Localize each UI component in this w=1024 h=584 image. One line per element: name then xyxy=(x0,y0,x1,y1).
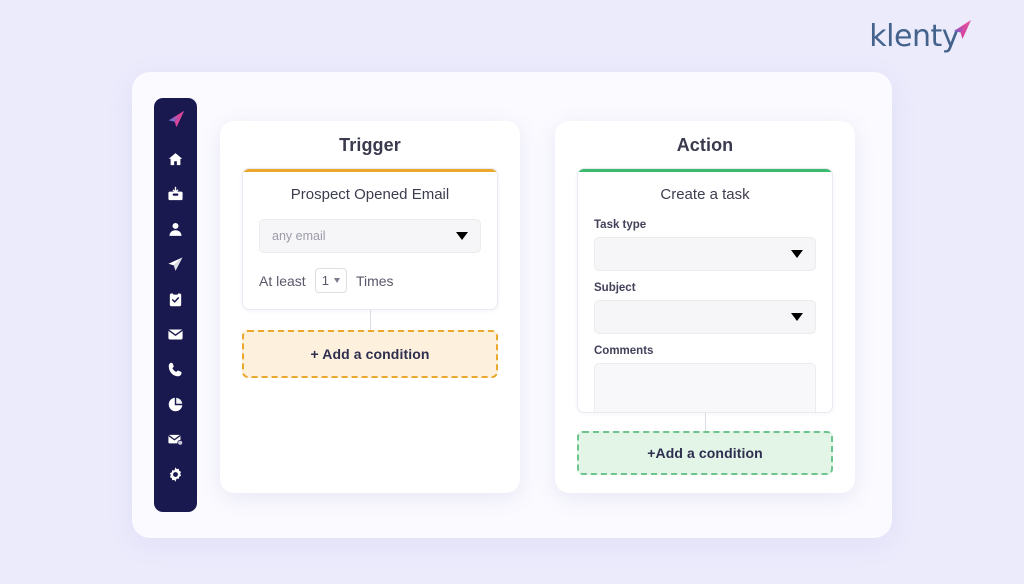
brand-logo: klenty xyxy=(869,19,986,54)
sidebar-item-emails[interactable] xyxy=(160,317,192,352)
trigger-card: Trigger Prospect Opened Email any email … xyxy=(220,121,520,493)
app-panel: Trigger Prospect Opened Email any email … xyxy=(132,72,892,538)
comments-field: Comments xyxy=(594,345,816,412)
comments-textarea[interactable] xyxy=(594,363,816,412)
subject-field: Subject xyxy=(594,282,816,334)
action-node: Create a task Task type Subject Comments xyxy=(577,168,833,413)
sidebar xyxy=(154,98,197,512)
subject-select[interactable] xyxy=(594,300,816,334)
envelope-icon xyxy=(167,326,184,343)
sidebar-item-home[interactable] xyxy=(160,142,192,177)
action-connector-line xyxy=(704,412,706,432)
sidebar-item-notifications[interactable] xyxy=(160,422,192,457)
envelope-badge-icon xyxy=(167,431,184,448)
klenty-paper-plane-logo[interactable] xyxy=(163,106,189,132)
action-node-heading: Create a task xyxy=(660,186,750,203)
trigger-title: Trigger xyxy=(339,135,401,155)
count-value: 1 xyxy=(321,273,329,288)
times-label: Times xyxy=(355,272,394,289)
paper-plane-icon xyxy=(947,18,973,44)
action-add-condition-button[interactable]: +Add a condition xyxy=(577,431,833,475)
sidebar-item-cadences[interactable] xyxy=(160,247,192,282)
trigger-add-condition-button[interactable]: + Add a condition xyxy=(242,330,498,378)
trigger-node-heading: Prospect Opened Email xyxy=(290,186,450,203)
email-select-value: any email xyxy=(272,229,326,243)
at-least-label: At least xyxy=(259,272,306,289)
subject-label: Subject xyxy=(594,282,636,294)
trigger-node: Prospect Opened Email any email At least… xyxy=(242,168,498,310)
chevron-down-icon xyxy=(456,232,468,240)
phone-icon xyxy=(167,361,184,378)
inbox-download-icon xyxy=(167,186,184,203)
workflow-columns: Trigger Prospect Opened Email any email … xyxy=(220,72,892,538)
task-type-label: Task type xyxy=(594,219,647,231)
chevron-down-icon xyxy=(791,313,803,321)
comments-label: Comments xyxy=(594,345,654,357)
clipboard-check-icon xyxy=(167,291,184,308)
trigger-connector-line xyxy=(369,310,371,330)
at-least-row: At least 1 Times xyxy=(259,268,481,293)
sidebar-item-tasks[interactable] xyxy=(160,282,192,317)
count-stepper[interactable]: 1 xyxy=(314,268,347,293)
send-plane-icon xyxy=(167,256,184,273)
sidebar-item-calls[interactable] xyxy=(160,352,192,387)
chevron-down-icon xyxy=(791,250,803,258)
sidebar-item-prospects[interactable] xyxy=(160,212,192,247)
chevron-down-icon xyxy=(333,278,340,283)
gear-icon xyxy=(167,466,184,483)
home-icon xyxy=(167,151,184,168)
email-select[interactable]: any email xyxy=(259,219,481,253)
task-type-field: Task type xyxy=(594,219,816,271)
sidebar-item-settings[interactable] xyxy=(160,457,192,492)
pie-chart-icon xyxy=(167,396,184,413)
action-card: Action Create a task Task type Subject C… xyxy=(555,121,855,493)
sidebar-item-reports[interactable] xyxy=(160,387,192,422)
brand-name: klenty xyxy=(869,19,959,54)
person-icon xyxy=(167,221,184,238)
sidebar-item-inbox[interactable] xyxy=(160,177,192,212)
action-title: Action xyxy=(676,135,734,155)
task-type-select[interactable] xyxy=(594,237,816,271)
